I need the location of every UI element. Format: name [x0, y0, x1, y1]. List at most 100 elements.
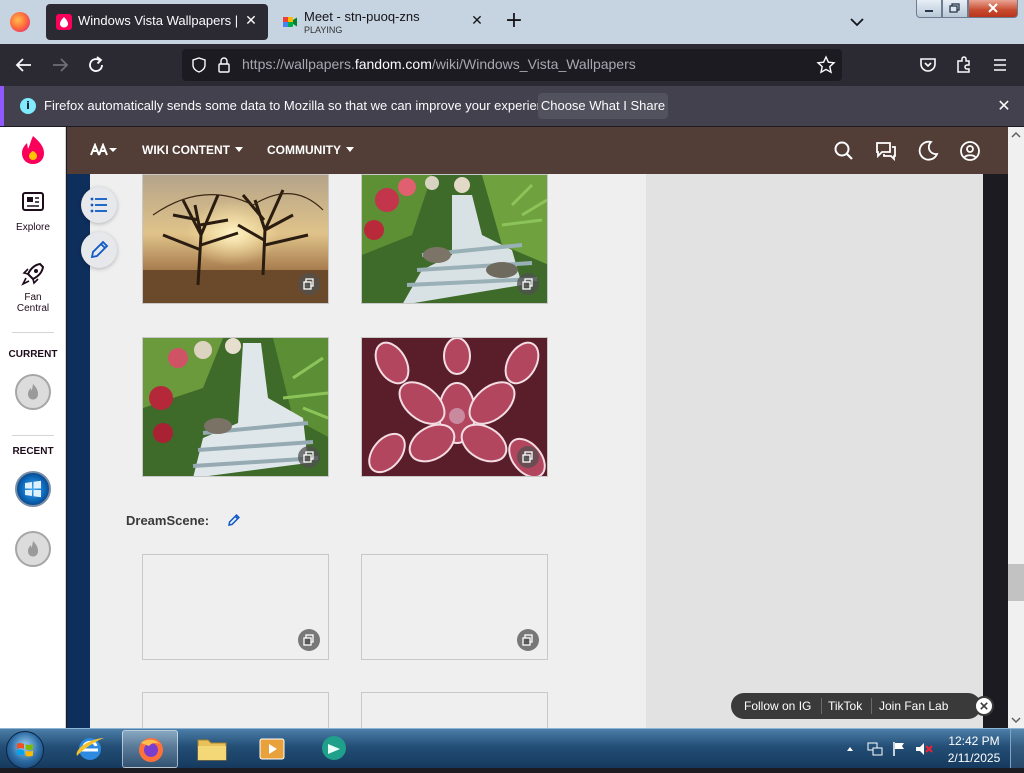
- wiki-home-dropdown[interactable]: [89, 142, 119, 160]
- data-reporting-notification: i Firefox automatically sends some data …: [0, 86, 1024, 126]
- pocket-icon[interactable]: [916, 53, 940, 77]
- table-of-contents-button[interactable]: [81, 187, 117, 223]
- chat-app-icon: [322, 736, 346, 760]
- network-icon[interactable]: [866, 740, 884, 758]
- explore-button[interactable]: Explore: [0, 191, 66, 233]
- taskbar-internet-explorer[interactable]: [62, 730, 118, 768]
- taskbar-firefox[interactable]: [122, 730, 178, 768]
- gallery-image-frosted-leaves[interactable]: [361, 337, 548, 477]
- start-button[interactable]: [6, 731, 44, 769]
- notification-text: Firefox automatically sends some data to…: [44, 98, 562, 113]
- back-arrow-icon[interactable]: [12, 53, 36, 77]
- scroll-up-arrow-icon[interactable]: [1008, 127, 1024, 143]
- community-dropdown[interactable]: COMMUNITY: [267, 143, 356, 157]
- current-wiki-avatar[interactable]: [15, 374, 51, 410]
- taskbar-media-player[interactable]: [244, 730, 300, 768]
- tab-windows-vista-wallpapers[interactable]: Windows Vista Wallpapers | Wa ✕: [46, 4, 268, 40]
- lock-icon[interactable]: [216, 56, 232, 74]
- gallery-image-trees-at-sunrise[interactable]: [142, 174, 329, 304]
- fan-central-label-line1: Fan: [24, 292, 42, 303]
- wiki-content-dropdown[interactable]: WIKI CONTENT: [142, 143, 245, 157]
- close-tab-icon[interactable]: ✕: [468, 12, 486, 30]
- gallery-video-placeholder[interactable]: [361, 692, 548, 728]
- url-domain: fandom.com: [354, 56, 432, 72]
- tab-google-meet[interactable]: Meet - stn-puoq-zns PLAYING ✕: [272, 4, 494, 40]
- divider: [821, 698, 822, 714]
- right-rail: [646, 174, 983, 728]
- show-hidden-icons-icon[interactable]: [844, 743, 856, 755]
- tracking-protection-shield-icon[interactable]: [190, 56, 208, 74]
- close-icon: [988, 3, 998, 13]
- rail-divider: [12, 435, 54, 436]
- expand-image-icon[interactable]: [517, 446, 539, 468]
- tab-title: Meet - stn-puoq-zns: [304, 9, 420, 24]
- tab-strip: Windows Vista Wallpapers | Wa ✕ Meet - s…: [0, 0, 1024, 44]
- expand-image-icon[interactable]: [298, 629, 320, 651]
- search-icon[interactable]: [832, 139, 856, 163]
- gallery-image-waterfall[interactable]: [142, 337, 329, 477]
- expand-image-icon[interactable]: [517, 273, 539, 295]
- clock-date[interactable]: 2/11/2025: [944, 751, 1004, 765]
- page-scrollbar[interactable]: [1008, 127, 1024, 728]
- choose-what-i-share-button[interactable]: Choose What I Share: [538, 93, 668, 119]
- url-bar[interactable]: https://wallpapers.fandom.com/wiki/Windo…: [182, 49, 842, 81]
- minimize-button[interactable]: [916, 0, 942, 18]
- scrollbar-thumb[interactable]: [1008, 564, 1024, 601]
- app-menu-icon[interactable]: [988, 53, 1012, 77]
- windows-start-orb-icon: [17, 743, 33, 757]
- rocket-icon: [21, 262, 45, 286]
- close-tab-icon[interactable]: ✕: [242, 12, 260, 30]
- gallery-image-stream[interactable]: [361, 174, 548, 304]
- expand-image-icon[interactable]: [298, 273, 320, 295]
- explore-label: Explore: [16, 222, 50, 233]
- taskbar-file-explorer[interactable]: [184, 730, 240, 768]
- volume-muted-icon[interactable]: [914, 740, 934, 758]
- edit-section-pencil-icon[interactable]: [226, 512, 242, 528]
- wiki-wordmark-icon: [90, 142, 117, 156]
- minimize-icon: [925, 10, 933, 12]
- fandom-logo-icon[interactable]: [0, 127, 66, 173]
- clock-time[interactable]: 12:42 PM: [948, 734, 1000, 748]
- gallery-video-placeholder[interactable]: [142, 554, 329, 660]
- list-all-tabs-icon[interactable]: [846, 12, 868, 32]
- bookmark-star-icon[interactable]: [816, 55, 836, 75]
- gallery-video-placeholder[interactable]: [142, 692, 329, 728]
- show-desktop-button[interactable]: [1010, 729, 1024, 768]
- fandom-flame-icon: [28, 541, 38, 557]
- windows-logo-icon: [25, 480, 41, 498]
- taskbar-app-chat[interactable]: [306, 730, 362, 768]
- close-notification-icon[interactable]: ✕: [994, 96, 1014, 116]
- list-icon: [90, 197, 107, 213]
- expand-image-icon[interactable]: [298, 446, 320, 468]
- tiktok-link[interactable]: TikTok: [828, 699, 862, 713]
- follow-on-ig-link[interactable]: Follow on IG: [744, 699, 811, 713]
- pencil-icon: [90, 240, 109, 259]
- close-follow-bar-icon[interactable]: [974, 696, 994, 716]
- user-account-icon[interactable]: [958, 139, 982, 163]
- restore-button[interactable]: [942, 0, 968, 18]
- explore-icon: [22, 192, 44, 211]
- section-heading-dreamscene: DreamScene:: [126, 513, 210, 528]
- dark-mode-moon-icon[interactable]: [916, 139, 940, 163]
- discussions-icon[interactable]: [874, 139, 898, 163]
- recent-wiki-windows-avatar[interactable]: [15, 471, 51, 507]
- firefox-menu-icon[interactable]: [10, 12, 30, 32]
- recent-wiki-avatar[interactable]: [15, 531, 51, 567]
- reload-icon[interactable]: [84, 53, 108, 77]
- url-text[interactable]: https://wallpapers.fandom.com/wiki/Windo…: [242, 56, 636, 72]
- new-tab-button[interactable]: +: [502, 10, 526, 34]
- extensions-icon[interactable]: [952, 53, 976, 77]
- internet-explorer-icon: [76, 738, 104, 760]
- community-label: COMMUNITY: [267, 143, 341, 157]
- scroll-down-arrow-icon[interactable]: [1008, 712, 1024, 728]
- fan-central-button[interactable]: Fan Central: [0, 261, 66, 314]
- rail-divider: [12, 332, 54, 333]
- forward-arrow-icon[interactable]: [48, 53, 72, 77]
- info-icon: i: [20, 98, 36, 114]
- action-center-flag-icon[interactable]: [890, 740, 908, 758]
- join-fan-lab-link[interactable]: Join Fan Lab: [879, 699, 948, 713]
- gallery-video-placeholder[interactable]: [361, 554, 548, 660]
- expand-image-icon[interactable]: [517, 629, 539, 651]
- close-window-button[interactable]: [968, 0, 1018, 18]
- edit-page-button[interactable]: [81, 232, 117, 268]
